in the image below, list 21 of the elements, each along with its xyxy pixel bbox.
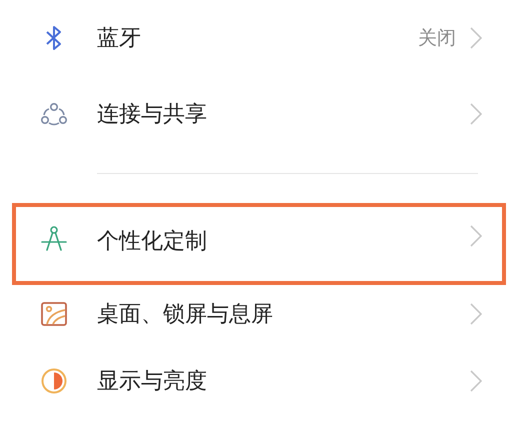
share-nodes-icon xyxy=(40,102,68,126)
row-label: 桌面、锁屏与息屏 xyxy=(97,300,273,328)
settings-row[interactable]: 连接与共享 xyxy=(12,76,506,152)
compass-drawing-icon xyxy=(40,225,68,251)
chevron-right-icon xyxy=(470,27,482,49)
row-value: 关闭 xyxy=(418,26,456,51)
settings-row[interactable]: 蓝牙 关闭 xyxy=(12,0,506,76)
settings-row[interactable]: 显示与亮度 xyxy=(12,343,506,419)
brightness-icon xyxy=(40,367,68,395)
wallpaper-icon xyxy=(40,301,68,327)
row-label: 连接与共享 xyxy=(97,100,207,128)
chevron-right-icon xyxy=(470,225,482,247)
chevron-right-icon xyxy=(470,303,482,325)
row-label: 个性化定制 xyxy=(97,228,207,256)
chevron-right-icon xyxy=(470,370,482,392)
row-label: 显示与亮度 xyxy=(97,368,207,396)
bluetooth-icon xyxy=(45,25,63,51)
settings-row[interactable]: 桌面、锁屏与息屏 xyxy=(12,285,506,343)
highlighted-settings-row[interactable]: 个性化定制 xyxy=(12,203,506,285)
chevron-right-icon xyxy=(470,103,482,125)
row-label: 蓝牙 xyxy=(97,24,141,52)
